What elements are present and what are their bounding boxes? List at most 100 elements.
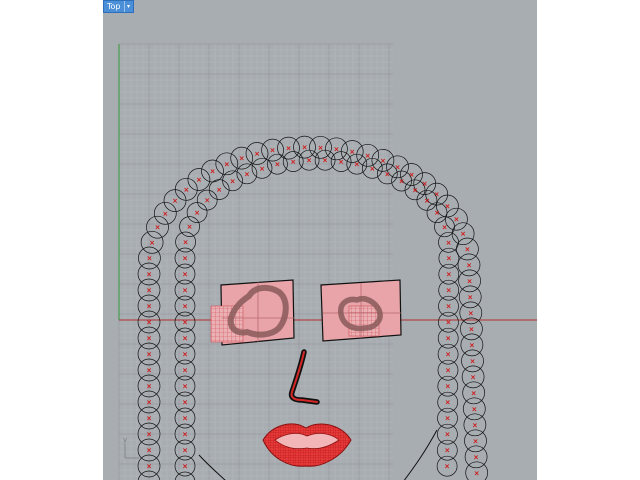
control-point-marker: × bbox=[146, 303, 152, 311]
viewport-name-label[interactable]: Top bbox=[104, 1, 124, 12]
control-point-marker: × bbox=[254, 150, 260, 158]
control-point-marker: × bbox=[146, 447, 152, 455]
control-point-marker: × bbox=[464, 246, 470, 254]
control-point-marker: × bbox=[470, 357, 476, 365]
control-point-marker: × bbox=[460, 230, 466, 238]
control-point-marker: × bbox=[162, 210, 168, 218]
control-point-marker: × bbox=[471, 405, 477, 413]
control-point-marker: × bbox=[224, 160, 230, 168]
control-point-marker: × bbox=[182, 431, 188, 439]
control-point-marker: × bbox=[474, 469, 480, 477]
dropdown-arrow-icon[interactable]: ▾ bbox=[123, 1, 133, 12]
nose-curve[interactable] bbox=[288, 349, 320, 405]
control-point-marker: × bbox=[146, 399, 152, 407]
control-point-marker: × bbox=[424, 197, 430, 205]
control-point-marker: × bbox=[445, 383, 451, 391]
control-point-marker: × bbox=[466, 261, 472, 269]
control-point-marker: × bbox=[182, 255, 188, 263]
control-point-marker: × bbox=[194, 209, 200, 217]
viewport-canvas[interactable]: y × × × × × × × × × × × × × × × × × × × × × × × × × × × × × × × × × × × × × ×… bbox=[103, 0, 537, 480]
control-point-marker: × bbox=[196, 176, 202, 184]
control-point-marker: × bbox=[442, 223, 448, 231]
control-point-marker: × bbox=[338, 158, 344, 166]
viewport-tab[interactable]: Top ▾ bbox=[103, 0, 134, 13]
control-point-marker: × bbox=[182, 399, 188, 407]
control-point-marker: × bbox=[469, 341, 475, 349]
control-point-marker: × bbox=[146, 415, 152, 423]
control-point-marker: × bbox=[216, 186, 222, 194]
control-point-marker: × bbox=[149, 239, 155, 247]
chin-curve-right[interactable] bbox=[403, 429, 438, 480]
control-point-marker: × bbox=[468, 325, 474, 333]
control-point-marker: × bbox=[239, 155, 245, 163]
control-point-marker: × bbox=[146, 351, 152, 359]
control-point-marker: × bbox=[468, 309, 474, 317]
control-point-marker: × bbox=[412, 186, 418, 194]
mouth-surface[interactable] bbox=[262, 423, 352, 467]
control-point-marker: × bbox=[146, 287, 152, 295]
control-point-marker: × bbox=[384, 170, 390, 178]
control-point-marker: × bbox=[369, 165, 375, 173]
control-point-marker: × bbox=[290, 158, 296, 166]
control-point-marker: × bbox=[146, 431, 152, 439]
control-point-marker: × bbox=[270, 147, 276, 155]
control-point-marker: × bbox=[286, 145, 292, 153]
control-point-marker: × bbox=[230, 177, 236, 185]
control-point-marker: × bbox=[446, 303, 452, 311]
control-point-marker: × bbox=[306, 157, 312, 165]
control-point-marker: × bbox=[444, 431, 450, 439]
axis-label-y: y bbox=[123, 436, 127, 444]
control-point-marker: × bbox=[146, 319, 152, 327]
top-viewport[interactable]: Top ▾ y × × × × × × × × × × × × × × × × × × × × × × × × × × × × × × × ×… bbox=[103, 0, 537, 480]
control-point-marker: × bbox=[182, 367, 188, 375]
control-point-marker: × bbox=[467, 277, 473, 285]
control-point-marker: × bbox=[172, 197, 178, 205]
control-point-marker: × bbox=[146, 271, 152, 279]
control-point-marker: × bbox=[244, 170, 250, 178]
control-point-marker: × bbox=[445, 415, 451, 423]
control-point-marker: × bbox=[182, 303, 188, 311]
control-point-marker: × bbox=[182, 287, 188, 295]
control-point-marker: × bbox=[146, 383, 152, 391]
control-point-marker: × bbox=[446, 239, 452, 247]
control-point-marker: × bbox=[444, 447, 450, 455]
construction-grid bbox=[118, 43, 393, 480]
control-point-marker: × bbox=[155, 224, 161, 232]
control-point-marker: × bbox=[182, 415, 188, 423]
control-point-marker: × bbox=[472, 421, 478, 429]
control-point-marker: × bbox=[399, 178, 405, 186]
control-point-marker: × bbox=[322, 157, 328, 165]
control-point-marker: × bbox=[354, 161, 360, 169]
control-point-marker: × bbox=[445, 351, 451, 359]
control-point-marker: × bbox=[259, 165, 265, 173]
control-point-marker: × bbox=[182, 447, 188, 455]
control-point-marker: × bbox=[444, 203, 450, 211]
control-point-marker: × bbox=[182, 271, 188, 279]
control-point-marker: × bbox=[445, 319, 451, 327]
control-point-marker: × bbox=[183, 186, 189, 194]
right-eye-surface[interactable] bbox=[320, 279, 402, 342]
control-point-marker: × bbox=[473, 437, 479, 445]
control-point-marker: × bbox=[453, 216, 459, 224]
control-point-marker: × bbox=[446, 255, 452, 263]
control-point-marker: × bbox=[187, 223, 193, 231]
control-point-marker: × bbox=[146, 255, 152, 263]
control-point-marker: × bbox=[274, 161, 280, 169]
control-point-marker: × bbox=[182, 383, 188, 391]
control-point-marker: × bbox=[182, 351, 188, 359]
control-point-marker: × bbox=[210, 168, 216, 176]
left-eye-surface[interactable] bbox=[210, 279, 295, 346]
control-point-marker: × bbox=[395, 163, 401, 171]
control-point-marker: × bbox=[446, 271, 452, 279]
control-point-marker: × bbox=[182, 319, 188, 327]
control-point-marker: × bbox=[446, 287, 452, 295]
control-point-marker: × bbox=[445, 335, 451, 343]
control-point-marker: × bbox=[467, 293, 473, 301]
control-point-marker: × bbox=[445, 367, 451, 375]
control-point-marker: × bbox=[182, 335, 188, 343]
control-point-marker: × bbox=[204, 197, 210, 205]
control-point-marker: × bbox=[473, 453, 479, 461]
control-point-marker: × bbox=[146, 335, 152, 343]
control-point-marker: × bbox=[445, 399, 451, 407]
control-point-marker: × bbox=[146, 463, 152, 471]
